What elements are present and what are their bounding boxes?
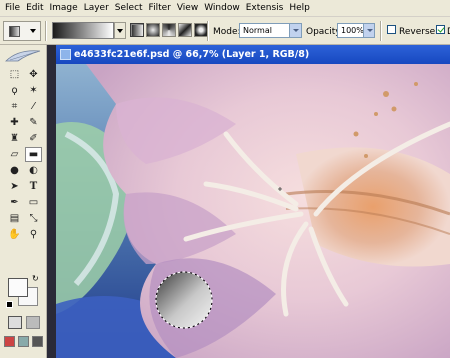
default-colors-icon[interactable] [6,301,13,308]
shape-icon[interactable]: ▭ [25,195,42,210]
standard-mode-button[interactable] [8,316,22,329]
diamond-gradient-button[interactable] [194,23,208,37]
feather-icon[interactable] [4,47,42,65]
dodge-icon[interactable]: ◐ [25,163,42,178]
dither-checkbox[interactable] [436,25,445,34]
menu-image[interactable]: Image [47,0,81,17]
gradient-preview[interactable] [52,22,114,39]
path-selection-icon[interactable]: ➤ [6,179,23,194]
document-title: e4633fc21e6f.psd @ 66,7% (Layer 1, RGB/8… [74,49,310,60]
menu-view[interactable]: View [174,0,201,17]
swap-colors-icon[interactable]: ↻ [32,274,39,283]
tool-preset-picker[interactable] [3,21,41,41]
quick-mask-button[interactable] [26,316,40,329]
image-canvas[interactable] [56,64,450,358]
healing-brush-icon[interactable]: ✚ [6,115,23,130]
hand-icon[interactable]: ✋ [6,227,23,242]
eraser-icon[interactable]: ▱ [6,147,23,162]
gradient-type-group [130,23,210,39]
screen-mode-menubar-button[interactable] [18,336,29,347]
menu-help[interactable]: Help [286,0,313,17]
opacity-field[interactable]: 100% [337,23,375,38]
separator [207,21,209,41]
screen-mode-full-button[interactable] [32,336,43,347]
gradient-tool-icon [9,26,20,37]
radial-gradient-button[interactable] [146,23,160,37]
mode-value: Normal [243,26,272,35]
crop-icon[interactable]: ⌗ [6,99,23,114]
history-brush-icon[interactable]: ✐ [25,131,42,146]
marquee-icon[interactable]: ⬚ [6,67,23,82]
gradient-dropdown-button[interactable] [114,22,126,39]
opacity-value: 100% [341,26,364,35]
menu-select[interactable]: Select [112,0,146,17]
document-window: e4633fc21e6f.psd @ 66,7% (Layer 1, RGB/8… [56,45,450,358]
type-icon[interactable]: T [25,179,42,194]
zoom-icon[interactable]: ⚲ [25,227,42,242]
menu-file[interactable]: File [0,0,23,17]
menu-edit[interactable]: Edit [23,0,46,17]
magic-wand-icon[interactable]: ✶ [25,83,42,98]
separator [45,21,47,41]
move-icon[interactable]: ✥ [25,67,42,82]
gradient-icon[interactable]: ▬ [25,147,42,162]
reflected-gradient-button[interactable] [178,23,192,37]
separator [380,21,382,41]
reverse-checkbox[interactable] [387,25,396,34]
menu-bar: File Edit Image Layer Select Filter View… [0,0,450,17]
chevron-down-icon [30,29,36,33]
lasso-icon[interactable]: ϙ [6,83,23,98]
menu-extensis[interactable]: Extensis [243,0,287,17]
brush-icon[interactable]: ✎ [25,115,42,130]
clone-stamp-icon[interactable]: ♜ [6,131,23,146]
menu-window[interactable]: Window [201,0,243,17]
mode-select[interactable]: Normal [239,23,302,38]
document-icon [60,49,71,60]
chevron-down-icon [289,24,301,37]
menu-layer[interactable]: Layer [81,0,112,17]
angle-gradient-button[interactable] [162,23,176,37]
blur-icon[interactable]: ● [6,163,23,178]
menu-filter[interactable]: Filter [146,0,174,17]
linear-gradient-button[interactable] [130,23,144,37]
screen-mode-standard-button[interactable] [4,336,15,347]
foreground-color-swatch[interactable] [8,278,28,297]
toolbox: ⬚ ✥ ϙ ✶ ⌗ ⁄ ✚ ✎ ♜ ✐ ▱ ▬ ● ◐ ➤ T ✒ ▭ ▤ ⤡ … [0,45,47,358]
slice-icon[interactable]: ⁄ [25,99,42,114]
options-bar: Mode: Normal Opacity: 100% Reverse Di [0,17,450,45]
mode-label: Mode: [213,27,241,37]
document-titlebar[interactable]: e4633fc21e6f.psd @ 66,7% (Layer 1, RGB/8… [56,45,450,64]
pen-icon[interactable]: ✒ [6,195,23,210]
notes-icon[interactable]: ▤ [6,211,23,226]
eyedropper-icon[interactable]: ⤡ [25,211,42,226]
reverse-label: Reverse [399,27,436,37]
chevron-right-icon [363,24,374,37]
